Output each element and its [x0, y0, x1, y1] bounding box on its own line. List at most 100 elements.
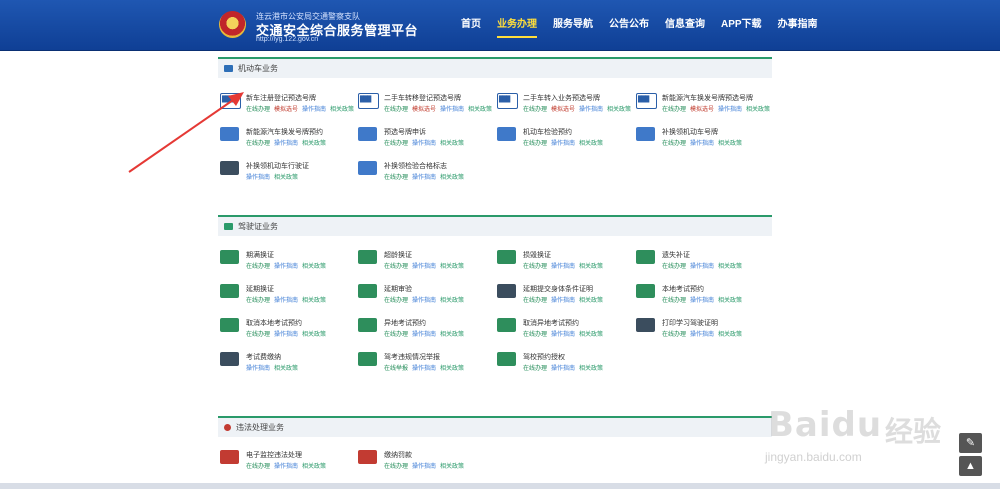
- service-item[interactable]: 驾考违规情况举报 在线举报 操作指南 相关政策: [356, 348, 491, 378]
- service-name[interactable]: 预选号牌申诉: [384, 127, 426, 137]
- service-item[interactable]: 超龄换证 在线办理 操作指南 相关政策: [356, 246, 491, 276]
- service-name[interactable]: 期满换证: [246, 250, 274, 260]
- service-item[interactable]: 延期审验 在线办理 操作指南 相关政策: [356, 280, 491, 310]
- service-link[interactable]: 相关政策: [468, 107, 492, 113]
- service-link[interactable]: 操作指南: [551, 366, 575, 372]
- service-name[interactable]: 补换领机动车号牌: [662, 127, 718, 137]
- service-link[interactable]: 操作指南: [690, 264, 714, 270]
- service-link[interactable]: 相关政策: [718, 332, 742, 338]
- service-name[interactable]: 补换领机动车行驶证: [246, 161, 309, 171]
- service-link[interactable]: 相关政策: [579, 141, 603, 147]
- service-item[interactable]: 电子监控违法处理 在线办理 操作指南 相关政策: [218, 446, 353, 476]
- nav-service-guide[interactable]: 服务导航: [545, 0, 601, 50]
- service-link[interactable]: 相关政策: [274, 366, 298, 372]
- nav-business[interactable]: 业务办理: [489, 0, 545, 50]
- service-name[interactable]: 超龄换证: [384, 250, 412, 260]
- service-link[interactable]: 操作指南: [690, 298, 714, 304]
- service-link[interactable]: 相关政策: [579, 264, 603, 270]
- service-item[interactable]: 损毁换证 在线办理 操作指南 相关政策: [495, 246, 630, 276]
- service-link[interactable]: 在线办理: [523, 332, 547, 338]
- service-link[interactable]: 相关政策: [440, 298, 464, 304]
- service-link[interactable]: 操作指南: [412, 264, 436, 270]
- service-link[interactable]: 相关政策: [718, 298, 742, 304]
- service-item[interactable]: 新车注册登记预选号牌在线办理模拟选号操作指南相关政策: [218, 89, 354, 119]
- service-link[interactable]: 操作指南: [412, 175, 436, 181]
- service-link[interactable]: 操作指南: [718, 107, 742, 113]
- service-link[interactable]: 相关政策: [579, 366, 603, 372]
- service-name[interactable]: 打印学习驾驶证明: [662, 318, 718, 328]
- service-item[interactable]: 机动车检验预约 在线办理 操作指南 相关政策: [495, 123, 630, 153]
- service-item[interactable]: 二手车转移登记预选号牌在线办理模拟选号操作指南相关政策: [356, 89, 492, 119]
- nav-guide[interactable]: 办事指南: [770, 0, 826, 50]
- service-item[interactable]: 延期提交身体条件证明 在线办理 操作指南 相关政策: [495, 280, 630, 310]
- service-item[interactable]: 补换领机动车号牌 在线办理 操作指南 相关政策: [634, 123, 769, 153]
- service-name[interactable]: 延期换证: [246, 284, 274, 294]
- service-link[interactable]: 相关政策: [440, 332, 464, 338]
- service-item[interactable]: 遗失补证 在线办理 操作指南 相关政策: [634, 246, 769, 276]
- service-name[interactable]: 本地考试预约: [662, 284, 704, 294]
- service-link[interactable]: 模拟选号: [274, 107, 298, 113]
- service-link[interactable]: 相关政策: [579, 298, 603, 304]
- service-link[interactable]: 相关政策: [440, 464, 464, 470]
- service-item[interactable]: 预选号牌申诉在线办理 操作指南 相关政策: [356, 123, 491, 153]
- service-link[interactable]: 操作指南: [274, 298, 298, 304]
- service-link[interactable]: 操作指南: [412, 464, 436, 470]
- service-name[interactable]: 延期审验: [384, 284, 412, 294]
- service-item[interactable]: 二手车转入业务预选号牌在线办理模拟选号操作指南相关政策: [495, 89, 631, 119]
- service-link[interactable]: 模拟选号: [690, 107, 714, 113]
- service-link[interactable]: 操作指南: [579, 107, 603, 113]
- service-link[interactable]: 操作指南: [274, 264, 298, 270]
- service-item[interactable]: 异地考试预约在线办理 操作指南 相关政策: [356, 314, 491, 344]
- service-link[interactable]: 在线办理: [246, 107, 270, 113]
- service-link[interactable]: 操作指南: [274, 464, 298, 470]
- service-link[interactable]: 操作指南: [551, 141, 575, 147]
- service-link[interactable]: 相关政策: [746, 107, 770, 113]
- service-item[interactable]: 取消本地考试预约 在线办理 操作指南 相关政策: [218, 314, 353, 344]
- service-item[interactable]: 新能源汽车换发号牌预选号牌在线办理模拟选号操作指南相关政策: [634, 89, 770, 119]
- service-link[interactable]: 在线办理: [384, 298, 408, 304]
- service-link[interactable]: 在线办理: [523, 264, 547, 270]
- service-name[interactable]: 缴纳罚款: [384, 450, 412, 460]
- service-link[interactable]: 在线办理: [246, 464, 270, 470]
- service-item[interactable]: 期满换证 在线办理 操作指南 相关政策: [218, 246, 353, 276]
- service-name[interactable]: 取消本地考试预约: [246, 318, 302, 328]
- service-link[interactable]: 操作指南: [690, 141, 714, 147]
- service-link[interactable]: 在线办理: [384, 332, 408, 338]
- service-link[interactable]: 相关政策: [440, 175, 464, 181]
- service-link[interactable]: 操作指南: [412, 366, 436, 372]
- service-name[interactable]: 驾考违规情况举报: [384, 352, 440, 362]
- service-link[interactable]: 操作指南: [690, 332, 714, 338]
- service-link[interactable]: 模拟选号: [551, 107, 575, 113]
- service-name[interactable]: 机动车检验预约: [523, 127, 572, 137]
- service-item[interactable]: 补换领检验合格标志在线办理 操作指南 相关政策: [356, 157, 491, 187]
- service-link[interactable]: 相关政策: [718, 141, 742, 147]
- service-name[interactable]: 遗失补证: [662, 250, 690, 260]
- service-link[interactable]: 在线办理: [523, 298, 547, 304]
- service-link[interactable]: 操作指南: [412, 332, 436, 338]
- service-item[interactable]: 新能源汽车换发号牌预约 在线办理 操作指南 相关政策: [218, 123, 353, 153]
- service-link[interactable]: 操作指南: [551, 264, 575, 270]
- service-name[interactable]: 异地考试预约: [384, 318, 426, 328]
- service-link[interactable]: 相关政策: [718, 264, 742, 270]
- service-item[interactable]: 补换领机动车行驶证 操作指南 相关政策: [218, 157, 353, 187]
- service-link[interactable]: 操作指南: [274, 332, 298, 338]
- service-name[interactable]: 二手车转入业务预选号牌: [523, 93, 600, 103]
- nav-info-query[interactable]: 信息查询: [657, 0, 713, 50]
- service-link[interactable]: 相关政策: [440, 141, 464, 147]
- service-link[interactable]: 操作指南: [412, 141, 436, 147]
- service-name[interactable]: 补换领检验合格标志: [384, 161, 447, 171]
- service-item[interactable]: 打印学习驾驶证明 在线办理 操作指南 相关政策: [634, 314, 769, 344]
- service-link[interactable]: 模拟选号: [412, 107, 436, 113]
- service-link[interactable]: 在线办理: [384, 264, 408, 270]
- service-link[interactable]: 操作指南: [246, 175, 270, 181]
- service-link[interactable]: 操作指南: [246, 366, 270, 372]
- nav-home[interactable]: 首页: [453, 0, 489, 50]
- nav-announcements[interactable]: 公告公布: [601, 0, 657, 50]
- service-link[interactable]: 相关政策: [330, 107, 354, 113]
- service-link[interactable]: 相关政策: [302, 298, 326, 304]
- service-link[interactable]: 在线办理: [384, 175, 408, 181]
- service-link[interactable]: 在线办理: [662, 298, 686, 304]
- service-link[interactable]: 相关政策: [607, 107, 631, 113]
- arrow-up-icon[interactable]: ▲: [959, 456, 982, 476]
- service-link[interactable]: 在线办理: [384, 141, 408, 147]
